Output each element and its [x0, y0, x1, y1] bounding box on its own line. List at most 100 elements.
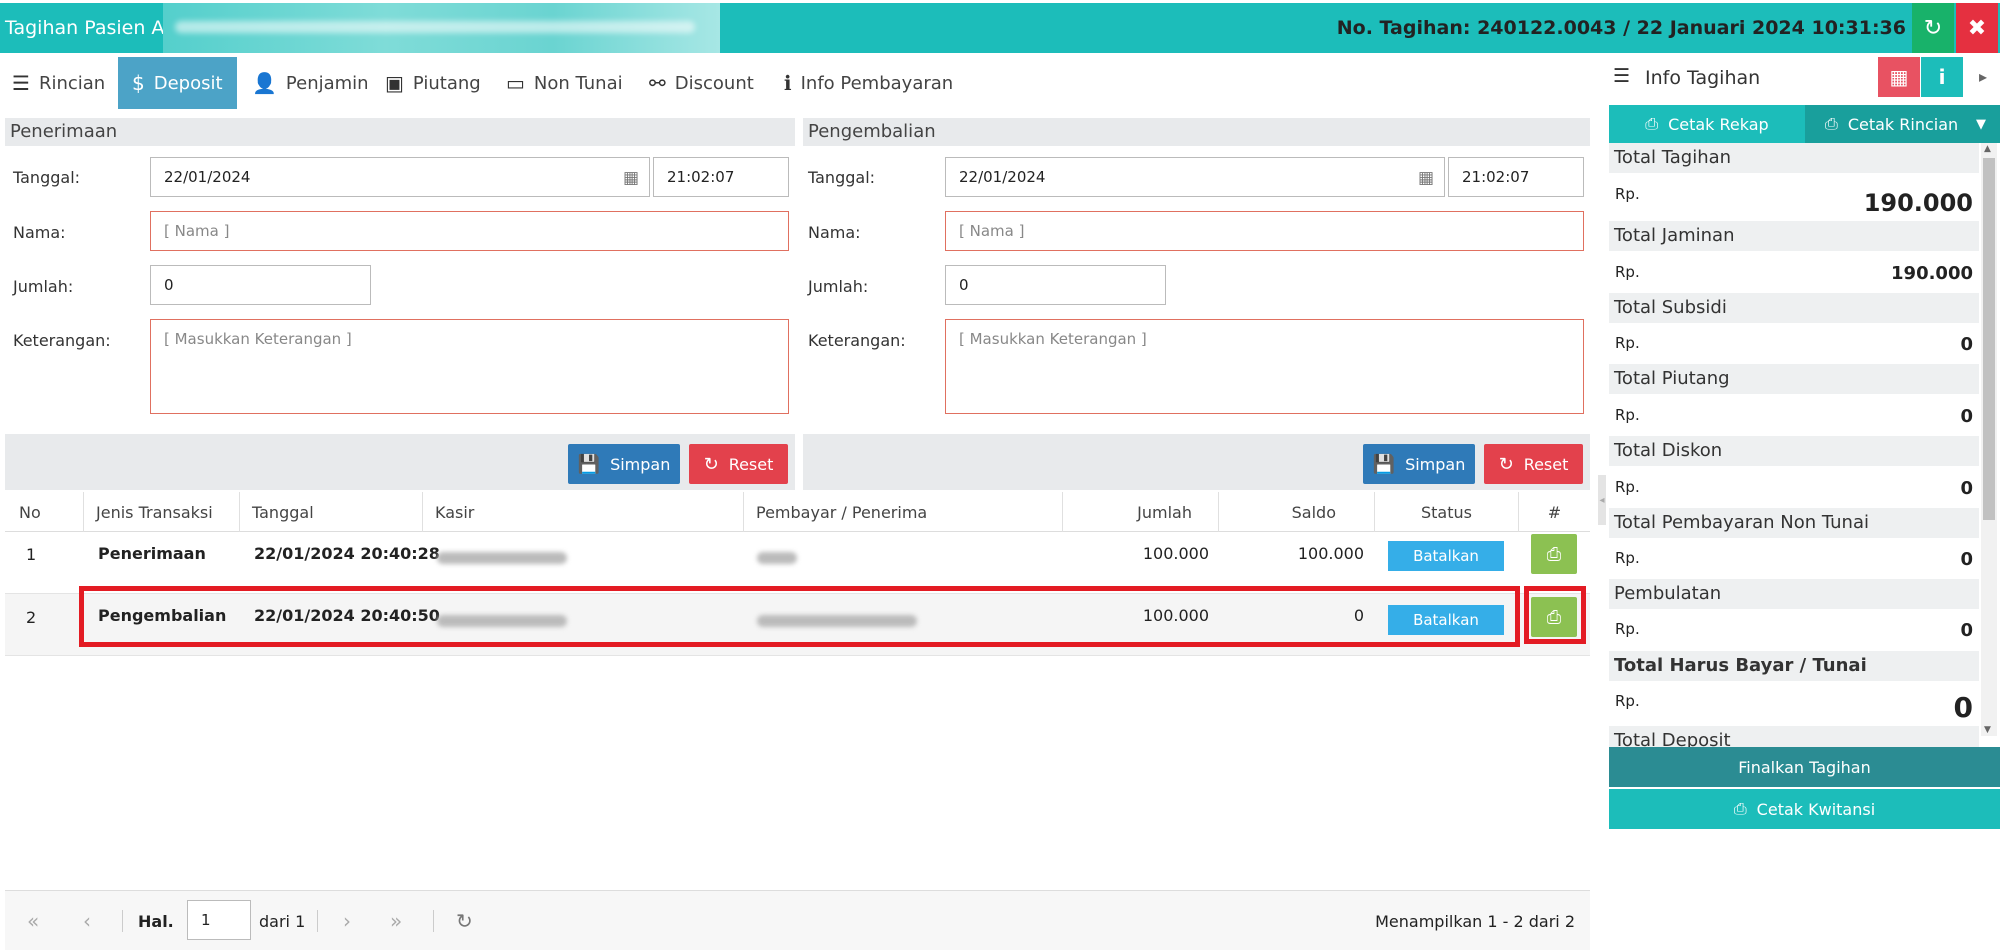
tab-bar: ☰ Rincian $ Deposit 👤 Penjamin ▣ Piutang ▭ No…: [0, 57, 1600, 109]
col-pembayar: Pembayar / Penerima: [743, 492, 1062, 532]
tab-piutang[interactable]: ▣ Piutang: [385, 57, 481, 109]
dollar-icon: $: [132, 71, 145, 95]
pengembalian-tanggal-label: Tanggal:: [808, 168, 876, 187]
col-jumlah: Jumlah: [1062, 492, 1218, 532]
tab-penjamin[interactable]: 👤 Penjamin: [252, 57, 369, 109]
last-page-icon[interactable]: »: [390, 909, 402, 933]
pengembalian-jumlah-label: Jumlah:: [808, 277, 869, 296]
penerimaan-time-input[interactable]: 21:02:07: [653, 157, 789, 197]
title-bar: Tagihan Pasien An. No. Tagihan: 240122.0…: [0, 3, 2000, 53]
summary-list: Total Tagihan Rp. 190.000 Total Jaminan …: [1609, 143, 1979, 793]
row-tanggal: 22/01/2024 20:40:28: [254, 544, 440, 563]
close-icon: ✖: [1967, 15, 1987, 41]
penerimaan-jumlah-label: Jumlah:: [13, 277, 74, 296]
tab-non-tunai[interactable]: ▭ Non Tunai: [506, 57, 623, 109]
penerimaan-tanggal-label: Tanggal:: [13, 168, 81, 187]
row-no: 1: [26, 545, 37, 564]
penerimaan-header: Penerimaan: [5, 118, 795, 146]
list-icon: ☰: [1613, 65, 1631, 87]
calendar-icon[interactable]: ▦: [1418, 168, 1434, 188]
next-page-icon[interactable]: ›: [343, 909, 351, 933]
summary-total-piutang: Total Piutang Rp. 0: [1609, 364, 1979, 436]
summary-total-jaminan: Total Jaminan Rp. 190.000: [1609, 221, 1979, 293]
caret-down-icon[interactable]: ▼: [1976, 117, 1986, 132]
unlink-icon: ⚯: [649, 71, 666, 95]
credit-card-icon: ▭: [506, 71, 525, 95]
splitter-handle[interactable]: ◂: [1598, 475, 1606, 525]
reload-icon[interactable]: ↻: [456, 909, 473, 933]
batalkan-button[interactable]: Batalkan: [1388, 541, 1504, 571]
pengembalian-time-input[interactable]: 21:02:07: [1448, 157, 1584, 197]
penerimaan-button-bar: 💾 Simpan ↻ Reset: [5, 434, 795, 490]
calendar-icon[interactable]: ▦: [623, 168, 639, 188]
info-button[interactable]: i: [1921, 57, 1963, 97]
calculator-icon: ▦: [1889, 65, 1909, 89]
close-button[interactable]: ✖: [1956, 3, 1998, 53]
summary-total-tagihan: Total Tagihan Rp. 190.000: [1609, 143, 1979, 221]
pengembalian-button-bar: 💾 Simpan ↻ Reset: [803, 434, 1590, 490]
collapse-icon[interactable]: ▸: [1979, 67, 1987, 86]
summary-total-diskon: Total Diskon Rp. 0: [1609, 436, 1979, 508]
patient-name-redacted: [163, 3, 720, 53]
highlight-row: [79, 586, 1520, 647]
penerimaan-date-input[interactable]: 22/01/2024 ▦: [150, 157, 650, 197]
summary-total-subsidi: Total Subsidi Rp. 0: [1609, 293, 1979, 364]
finalkan-tagihan-button[interactable]: Finalkan Tagihan: [1609, 747, 2000, 787]
row-saldo: 100.000: [1297, 544, 1364, 563]
pengembalian-nama-input[interactable]: [ Nama ]: [945, 211, 1584, 251]
col-no: No: [19, 502, 41, 522]
info-tagihan-header: ☰ Info Tagihan ▦ i ▸: [1609, 57, 2000, 103]
transactions-table-header: No Jenis Transaksi Tanggal Kasir Pembaya…: [5, 492, 1590, 532]
refresh-icon: ↻: [1498, 453, 1514, 475]
refresh-icon: ↻: [1923, 15, 1943, 41]
info-icon: i: [1938, 65, 1946, 89]
print-icon: ⎙: [1825, 114, 1838, 133]
penerimaan-nama-label: Nama:: [13, 223, 66, 242]
tab-rincian[interactable]: ☰ Rincian: [12, 57, 105, 109]
pager-bar: « ‹ Hal. 1 dari 1 › » ↻ Menampilkan 1 - …: [5, 890, 1590, 950]
pengembalian-simpan-button[interactable]: 💾 Simpan: [1363, 444, 1475, 484]
pembayar-redacted: [757, 552, 797, 564]
penerimaan-keterangan-label: Keterangan:: [13, 331, 111, 350]
highlight-print: [1524, 586, 1586, 644]
pengembalian-jumlah-input[interactable]: 0: [945, 265, 1166, 305]
penerimaan-nama-input[interactable]: [ Nama ]: [150, 211, 789, 251]
tab-deposit[interactable]: $ Deposit: [118, 57, 237, 109]
cetak-rincian-button[interactable]: ⎙ Cetak Rincian ▼: [1805, 105, 2000, 143]
list-icon: ☰: [12, 71, 30, 95]
row-jenis: Penerimaan: [98, 544, 206, 563]
col-saldo: Saldo: [1218, 492, 1374, 532]
refresh-button[interactable]: ↻: [1912, 3, 1954, 53]
penerimaan-reset-button[interactable]: ↻ Reset: [689, 444, 788, 484]
first-page-icon[interactable]: «: [27, 909, 39, 933]
pengembalian-header: Pengembalian: [803, 118, 1590, 146]
pengembalian-reset-button[interactable]: ↻ Reset: [1484, 444, 1583, 484]
save-icon: 💾: [1372, 453, 1396, 475]
cetak-rekap-button[interactable]: ⎙ Cetak Rekap: [1609, 105, 1805, 143]
bill-number: No. Tagihan: 240122.0043 / 22 Januari 20…: [1336, 17, 1906, 39]
tab-info-pembayaran[interactable]: ℹ Info Pembayaran: [784, 57, 953, 109]
tab-discount[interactable]: ⚯ Discount: [649, 57, 754, 109]
print-button[interactable]: ⎙: [1531, 534, 1577, 574]
table-row[interactable]: 1 Penerimaan 22/01/2024 20:40:28 100.000…: [5, 532, 1590, 594]
kasir-redacted: [437, 552, 567, 564]
print-icon: ⎙: [1645, 114, 1659, 133]
summary-total-non-tunai: Total Pembayaran Non Tunai Rp. 0: [1609, 508, 1979, 579]
penerimaan-jumlah-input[interactable]: 0: [150, 265, 371, 305]
page-total: dari 1: [259, 912, 306, 931]
penerimaan-simpan-button[interactable]: 💾 Simpan: [568, 444, 680, 484]
summary-scrollbar[interactable]: ▲ ▼: [1981, 143, 1997, 736]
prev-page-icon[interactable]: ‹: [83, 909, 91, 933]
penerimaan-keterangan-textarea[interactable]: [ Masukkan Keterangan ]: [150, 319, 789, 414]
summary-pembulatan: Pembulatan Rp. 0: [1609, 579, 1979, 651]
refresh-icon: ↻: [703, 453, 719, 475]
calculator-button[interactable]: ▦: [1878, 57, 1920, 97]
page-input[interactable]: 1: [187, 900, 251, 940]
cetak-kwitansi-button[interactable]: ⎙ Cetak Kwitansi: [1609, 789, 2000, 829]
window-title: Tagihan Pasien An.: [5, 17, 183, 39]
pengembalian-keterangan-textarea[interactable]: [ Masukkan Keterangan ]: [945, 319, 1584, 414]
col-kasir: Kasir: [422, 492, 743, 532]
save-icon: 💾: [577, 453, 601, 475]
pengembalian-date-input[interactable]: 22/01/2024 ▦: [945, 157, 1445, 197]
col-action: #: [1518, 492, 1590, 532]
